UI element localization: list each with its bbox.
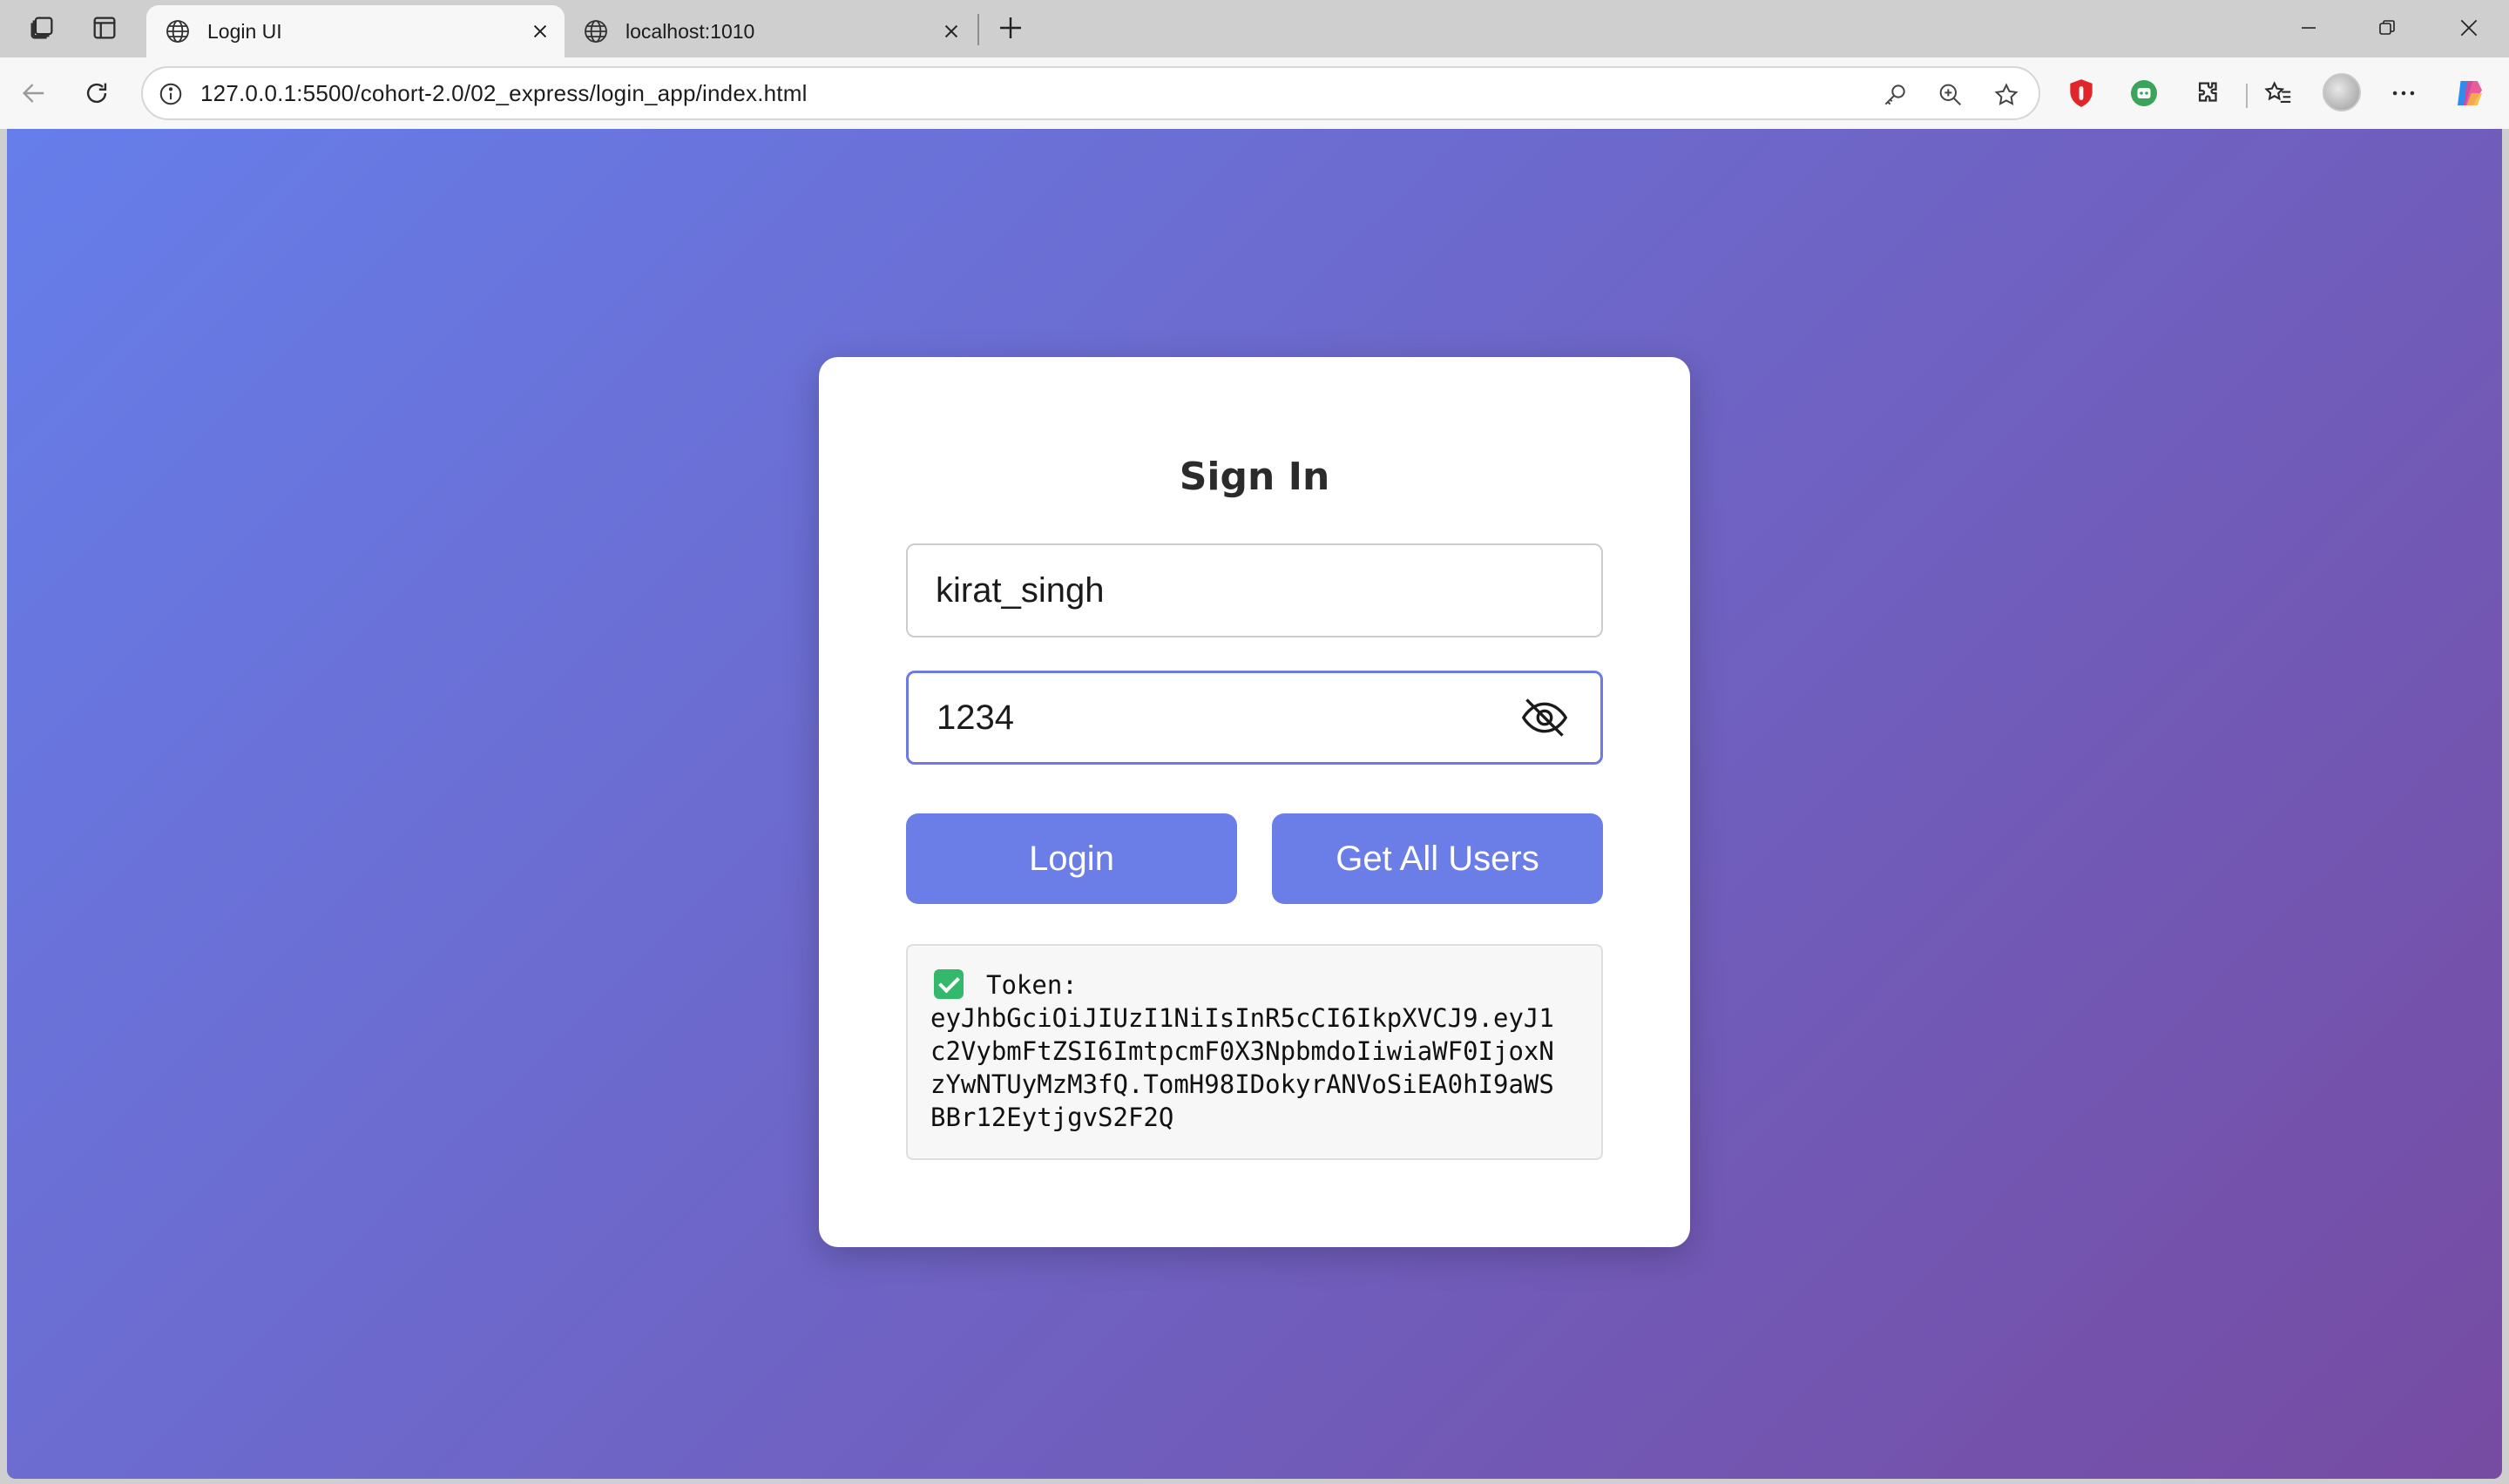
tab-divider xyxy=(977,14,979,45)
toolbar-divider xyxy=(2246,84,2248,108)
url-text[interactable]: 127.0.0.1:5500/cohort-2.0/02_express/log… xyxy=(200,80,808,107)
password-value[interactable]: 1234 xyxy=(937,698,1517,738)
adblock-extension-icon[interactable] xyxy=(2061,73,2101,113)
get-all-users-button[interactable]: Get All Users xyxy=(1272,813,1603,904)
login-button[interactable]: Login xyxy=(906,813,1237,904)
tab-localhost[interactable]: localhost:1010 xyxy=(565,5,976,57)
token-prefix: Token: xyxy=(986,970,1078,1000)
close-window-icon[interactable] xyxy=(2443,9,2495,47)
back-arrow-icon[interactable] xyxy=(12,71,56,115)
token-line: BBr12EytjgvS2F2Q xyxy=(930,1103,1174,1132)
token-line: eyJhbGciOiJIUzI1NiIsInR5cCI6IkpXVCJ9.eyJ… xyxy=(930,1003,1554,1033)
token-line: c2VybmFtZSI6ImtpcmF0X3NpbmdoIiwiaWF0Ijox… xyxy=(930,1036,1554,1066)
browser-toolbar: 127.0.0.1:5500/cohort-2.0/02_express/log… xyxy=(0,57,2509,129)
globe-icon xyxy=(166,20,189,43)
new-tab-icon[interactable] xyxy=(990,9,1031,47)
star-icon[interactable] xyxy=(1990,78,2023,111)
close-tab-icon[interactable] xyxy=(937,17,965,45)
robot-extension-icon[interactable] xyxy=(2124,73,2164,113)
refresh-icon[interactable] xyxy=(75,71,118,115)
info-icon[interactable] xyxy=(155,78,186,110)
copilot-icon[interactable] xyxy=(2450,73,2490,113)
workspaces-icon[interactable] xyxy=(19,9,64,47)
favorites-icon[interactable] xyxy=(2258,73,2298,113)
close-tab-icon[interactable] xyxy=(526,17,554,45)
username-value[interactable]: kirat_singh xyxy=(936,571,1601,610)
page-viewport: Sign In kirat_singh 1234 Login Get All U… xyxy=(7,129,2502,1479)
username-field[interactable]: kirat_singh xyxy=(906,543,1603,637)
token-line: zYwNTUyMzM3fQ.TomH98IDokyrANVoSiEA0hI9aW… xyxy=(930,1069,1554,1099)
tab-strip: Login UI localhost:1010 xyxy=(0,0,2509,57)
page-title: Sign In xyxy=(1179,455,1330,499)
tab-title: localhost:1010 xyxy=(626,19,755,43)
restore-icon[interactable] xyxy=(2361,9,2413,47)
globe-icon xyxy=(585,20,607,43)
tab-login-ui[interactable]: Login UI xyxy=(146,5,565,57)
address-bar[interactable]: 127.0.0.1:5500/cohort-2.0/02_express/log… xyxy=(141,66,2040,120)
tab-title: Login UI xyxy=(207,19,282,43)
avatar[interactable] xyxy=(2323,73,2361,111)
puzzle-icon[interactable] xyxy=(2188,73,2228,113)
login-card: Sign In kirat_singh 1234 Login Get All U… xyxy=(819,357,1690,1247)
more-icon[interactable] xyxy=(2384,73,2424,113)
token-result-box: Token: eyJhbGciOiJIUzI1NiIsInR5cCI6IkpXV… xyxy=(906,944,1603,1160)
minimize-icon[interactable] xyxy=(2282,9,2335,47)
vertical-tabs-icon[interactable] xyxy=(82,9,127,47)
password-field[interactable]: 1234 xyxy=(906,671,1603,765)
eye-off-icon[interactable] xyxy=(1517,690,1572,745)
key-icon[interactable] xyxy=(1878,78,1911,111)
check-mark-icon xyxy=(934,969,964,999)
zoom-icon[interactable] xyxy=(1934,78,1967,111)
token-header-line: Token: xyxy=(930,968,1579,1002)
